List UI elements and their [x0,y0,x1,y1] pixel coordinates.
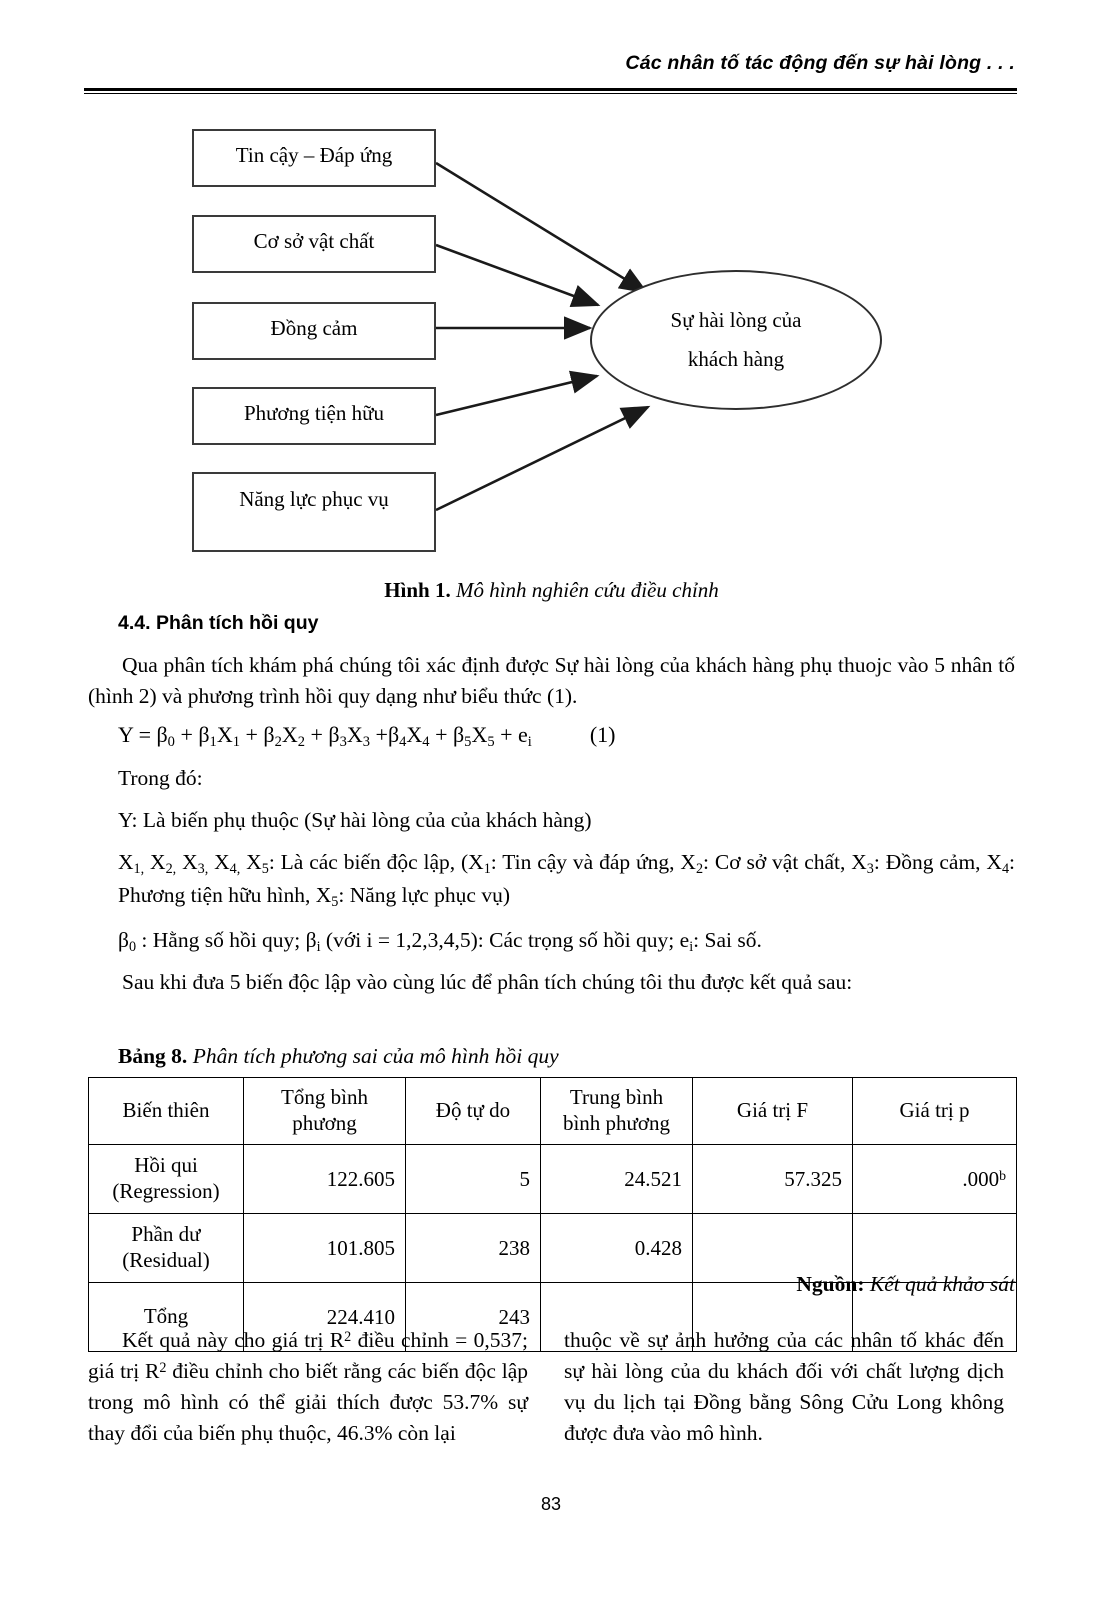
anova-table: Biến thiên Tổng bình phương Độ tự do Tru… [88,1077,1017,1352]
table-header-cell-3: Trung bình bình phương [540,1077,693,1145]
row-0-df: 5 [405,1144,541,1214]
intro-paragraph: Qua phân tích khám phá chúng tôi xác địn… [88,653,1015,709]
definition-y: Y: Là biến phụ thuộc (Sự hài lòng của củ… [118,808,592,832]
factor-box-1-label: Tin cậy – Đáp ứng [235,143,393,167]
row-0-label-line1: Hồi qui [134,1153,198,1178]
outcome-ellipse-line-2: khách hàng [687,347,785,371]
row-0-sum-squares: 122.605 [243,1144,406,1214]
row-0-p-value-text: .000 [962,1166,1000,1191]
figure-1-caption: Hình 1. Mô hình nghiên cứu điều chỉnh [88,578,1015,603]
table-header-cell-4: Giá trị F [692,1077,853,1145]
row-0-label-line2: (Regression) [112,1179,220,1203]
table-header-cell-0: Biến thiên [88,1077,244,1145]
body-column-right: thuộc về sự ảnh hưởng của các nhân tố kh… [564,1328,1004,1445]
definition-beta: β0 : Hằng số hồi quy; βi (với i = 1,2,3,… [118,928,762,955]
body-column-left: Kết quả này cho giá trị R2 điều chỉnh = … [88,1325,528,1449]
table-row: Hồi qui (Regression) 122.605 5 24.521 57… [88,1144,1017,1214]
table-source-label: Nguồn: [796,1272,865,1296]
table-header-cell-2: Độ tự do [405,1077,541,1145]
row-0-p-value-superscript: b [999,1167,1006,1183]
header-rule-thin [84,93,1017,94]
section-heading: 4.4. Phân tích hồi quy [118,612,319,634]
factor-box-2: Cơ sở vật chất [192,215,436,273]
factor-box-4: Phương tiện hữu [192,387,436,445]
row-0-p-value: .000b [852,1144,1017,1214]
definition-x-variables: X1, X2, X3, X4, X5: Là các biến độc lập,… [118,850,1016,910]
factor-box-3-label: Đồng cảm [270,316,358,340]
regression-equation: Y = β0 + β1X1 + β2X2 + β3X3 +β4X4 + β5X5… [118,722,615,751]
table-8-caption-label: Bảng 8. [118,1044,188,1068]
factor-box-5: Năng lực phục vụ [192,472,436,552]
table-header-cell-5: Giá trị p [852,1077,1017,1145]
page-number: 83 [540,1494,562,1514]
after-analysis-paragraph: Sau khi đưa 5 biến độc lập vào cùng lúc … [122,970,853,994]
factor-box-3: Đồng cảm [192,302,436,360]
running-head: Các nhân tố tác động đến sự hài lòng . .… [625,52,1015,74]
table-header-row: Biến thiên Tổng bình phương Độ tự do Tru… [88,1077,1017,1145]
row-0-f-value: 57.325 [692,1144,853,1214]
table-source-text: Kết quả khảo sát [864,1272,1015,1296]
equation-body: Y = β0 + β1X1 + β2X2 + β3X3 +β4X4 + β5X5… [118,722,532,751]
table-header-cell-1: Tổng bình phương [243,1077,406,1145]
row-1-label-line1: Phần dư [131,1222,201,1247]
factor-box-4-label: Phương tiện hữu [243,401,385,425]
header-rule-thick [84,88,1017,91]
row-0-label: Hồi qui (Regression) [88,1144,244,1214]
table-8-caption: Bảng 8. Phân tích phương sai của mô hình… [118,1044,559,1069]
figure-1-caption-text: Mô hình nghiên cứu điều chỉnh [450,578,719,602]
factor-box-5-label: Năng lực phục vụ [239,487,389,511]
row-1-label-line2: (Residual) [122,1248,210,1272]
body-column-left-text: Kết quả này cho giá trị R2 điều chỉnh = … [88,1328,528,1445]
figure-arrows [435,161,651,512]
equation-number: (1) [589,722,616,747]
trong-do-line: Trong đó: [118,766,203,790]
factor-box-1: Tin cậy – Đáp ứng [192,129,436,187]
outcome-ellipse: Sự hài lòng của khách hàng [590,270,882,410]
outcome-ellipse-line-1: Sự hài lòng của [670,308,802,333]
table-source-note: Nguồn: Kết quả khảo sát [88,1272,1015,1297]
factor-box-2-label: Cơ sở vật chất [253,229,375,253]
figure-1-caption-label: Hình 1. [384,578,451,602]
table-8-caption-text: Phân tích phương sai của mô hình hồi quy [187,1044,559,1068]
row-0-mean-square: 24.521 [540,1144,693,1214]
figure-1-research-model: Tin cậy – Đáp ứng Cơ sở vật chất Đồng cả… [0,100,1102,570]
